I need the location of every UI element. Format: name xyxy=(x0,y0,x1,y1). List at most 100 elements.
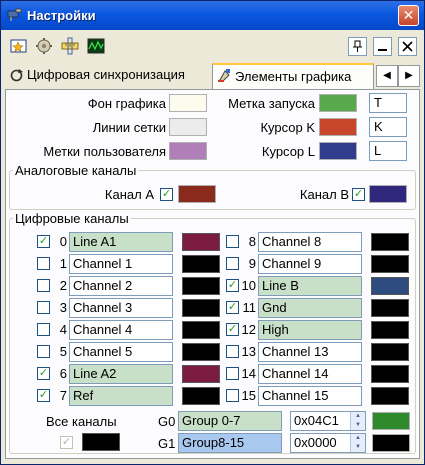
channel-a-color-swatch[interactable] xyxy=(178,185,216,203)
channel-10-color-swatch[interactable] xyxy=(371,277,409,295)
channel-9-name-input[interactable]: Channel 9 xyxy=(258,254,362,274)
channel-12-checkbox[interactable]: ✓ xyxy=(226,323,239,336)
all-channels-color-swatch[interactable] xyxy=(82,433,120,451)
channel-11-name-input[interactable]: Gnd xyxy=(258,298,362,318)
tab-scroll-left-button[interactable]: ◀ xyxy=(376,65,398,87)
channel-8-name-input[interactable]: Channel 8 xyxy=(258,232,362,252)
channel-8-color-swatch[interactable] xyxy=(371,233,409,251)
cursor-l-text-input[interactable]: L xyxy=(369,141,407,161)
close-panel-button[interactable] xyxy=(398,37,417,56)
channel-6-number: 6 xyxy=(59,366,67,381)
pin-button[interactable] xyxy=(348,37,367,56)
channel-15-checkbox[interactable] xyxy=(226,389,239,402)
tab-plot-elements[interactable]: Элементы графика xyxy=(212,63,374,89)
channel-1-color-swatch[interactable] xyxy=(182,255,220,273)
grid-color-swatch[interactable] xyxy=(169,118,207,136)
channel-b-color-swatch[interactable] xyxy=(369,185,407,203)
channel-2-color-swatch[interactable] xyxy=(182,277,220,295)
channel-15-name-input[interactable]: Channel 15 xyxy=(258,386,362,406)
user-markers-color-swatch[interactable] xyxy=(169,142,207,160)
channel-13-name-input[interactable]: Channel 13 xyxy=(258,342,362,362)
channel-0-number: 0 xyxy=(59,234,67,249)
cursor-k-color-swatch[interactable] xyxy=(319,118,357,136)
channel-2-number: 2 xyxy=(59,278,67,293)
group-0-color-swatch[interactable] xyxy=(372,412,410,430)
open-button[interactable] xyxy=(9,37,29,55)
channel-5-name-input[interactable]: Channel 5 xyxy=(69,342,173,362)
trigger-color-swatch[interactable] xyxy=(319,94,357,112)
channel-4-checkbox[interactable] xyxy=(37,323,50,336)
channel-2-checkbox[interactable] xyxy=(37,279,50,292)
cursor-k-text-input[interactable]: K xyxy=(369,117,407,137)
channel-12-color-swatch[interactable] xyxy=(371,321,409,339)
channel-11-color-swatch[interactable] xyxy=(371,299,409,317)
spin-down-icon[interactable]: ▼ xyxy=(350,443,365,452)
group-0-name-input[interactable]: Group 0-7 xyxy=(178,411,282,431)
spin-up-icon[interactable]: ▲ xyxy=(350,412,365,421)
background-color-swatch[interactable] xyxy=(169,94,207,112)
channel-2-name-input[interactable]: Channel 2 xyxy=(69,276,173,296)
channel-0-color-swatch[interactable] xyxy=(182,233,220,251)
tab-scroll-right-button[interactable]: ▶ xyxy=(398,65,420,87)
ruler-button[interactable] xyxy=(60,37,80,55)
channel-14-checkbox[interactable] xyxy=(226,367,239,380)
channel-8-checkbox[interactable] xyxy=(226,235,239,248)
channel-0-name-input[interactable]: Line A1 xyxy=(69,232,173,252)
trigger-text-input[interactable]: T xyxy=(369,93,407,113)
pin-icon xyxy=(353,40,362,52)
group-0-label: G0 xyxy=(158,414,176,429)
channel-11-checkbox[interactable]: ✓ xyxy=(226,301,239,314)
channel-0-checkbox[interactable]: ✓ xyxy=(37,235,50,248)
background-label: Фон графика xyxy=(87,96,166,111)
channel-11-number: 11 xyxy=(242,300,257,315)
channel-7-color-swatch[interactable] xyxy=(182,387,220,405)
minimize-button[interactable] xyxy=(373,37,392,56)
channel-3-name-input[interactable]: Channel 3 xyxy=(69,298,173,318)
channel-9-number: 9 xyxy=(248,256,256,271)
channel-1-number: 1 xyxy=(59,256,67,271)
toolbar xyxy=(1,31,424,61)
channel-6-name-input[interactable]: Line A2 xyxy=(69,364,173,384)
channel-7-name-input[interactable]: Ref xyxy=(69,386,173,406)
channel-1-checkbox[interactable] xyxy=(37,257,50,270)
tab-digital-sync[interactable]: Цифровая синхронизация xyxy=(5,65,185,87)
close-button[interactable]: ✕ xyxy=(398,5,419,26)
group-0-value-stepper[interactable]: 0x04C1 ▲ ▼ xyxy=(290,411,366,431)
close-icon xyxy=(402,41,413,52)
channel-6-checkbox[interactable]: ✓ xyxy=(37,367,50,380)
cursor-l-label: Курсор L xyxy=(261,144,315,159)
channel-1-name-input[interactable]: Channel 1 xyxy=(69,254,173,274)
settings-window: Настройки ✕ Цифровая синхронизация Элеме… xyxy=(0,0,425,465)
group-1-name-input[interactable]: Group8-15 xyxy=(178,433,282,453)
digital-channels-legend: Цифровые каналы xyxy=(15,211,129,226)
channel-14-color-swatch[interactable] xyxy=(371,365,409,383)
channel-7-checkbox[interactable]: ✓ xyxy=(37,389,50,402)
channel-6-color-swatch[interactable] xyxy=(182,365,220,383)
channel-10-name-input[interactable]: Line B xyxy=(258,276,362,296)
cursor-l-color-swatch[interactable] xyxy=(319,142,357,160)
oscilloscope-button[interactable] xyxy=(86,37,106,55)
group-1-color-swatch[interactable] xyxy=(372,434,410,452)
channel-5-color-swatch[interactable] xyxy=(182,343,220,361)
channel-4-name-input[interactable]: Channel 4 xyxy=(69,320,173,340)
channel-b-checkbox[interactable]: ✓ xyxy=(352,188,365,201)
channel-15-color-swatch[interactable] xyxy=(371,387,409,405)
channel-14-name-input[interactable]: Channel 14 xyxy=(258,364,362,384)
channel-13-checkbox[interactable] xyxy=(226,345,239,358)
spin-up-icon[interactable]: ▲ xyxy=(350,434,365,443)
channel-a-checkbox[interactable]: ✓ xyxy=(160,188,173,201)
channel-12-name-input[interactable]: High xyxy=(258,320,362,340)
channel-10-checkbox[interactable]: ✓ xyxy=(226,279,239,292)
channel-3-color-swatch[interactable] xyxy=(182,299,220,317)
spin-down-icon[interactable]: ▼ xyxy=(350,421,365,430)
channel-3-checkbox[interactable] xyxy=(37,301,50,314)
channel-9-color-swatch[interactable] xyxy=(371,255,409,273)
channel-5-checkbox[interactable] xyxy=(37,345,50,358)
all-channels-checkbox: ✓ xyxy=(60,436,73,449)
channel-13-color-swatch[interactable] xyxy=(371,343,409,361)
group-1-value-stepper[interactable]: 0x0000 ▲ ▼ xyxy=(290,433,366,453)
channel-4-color-swatch[interactable] xyxy=(182,321,220,339)
title-bar: Настройки ✕ xyxy=(1,1,424,30)
settings-button[interactable] xyxy=(34,37,54,55)
channel-9-checkbox[interactable] xyxy=(226,257,239,270)
